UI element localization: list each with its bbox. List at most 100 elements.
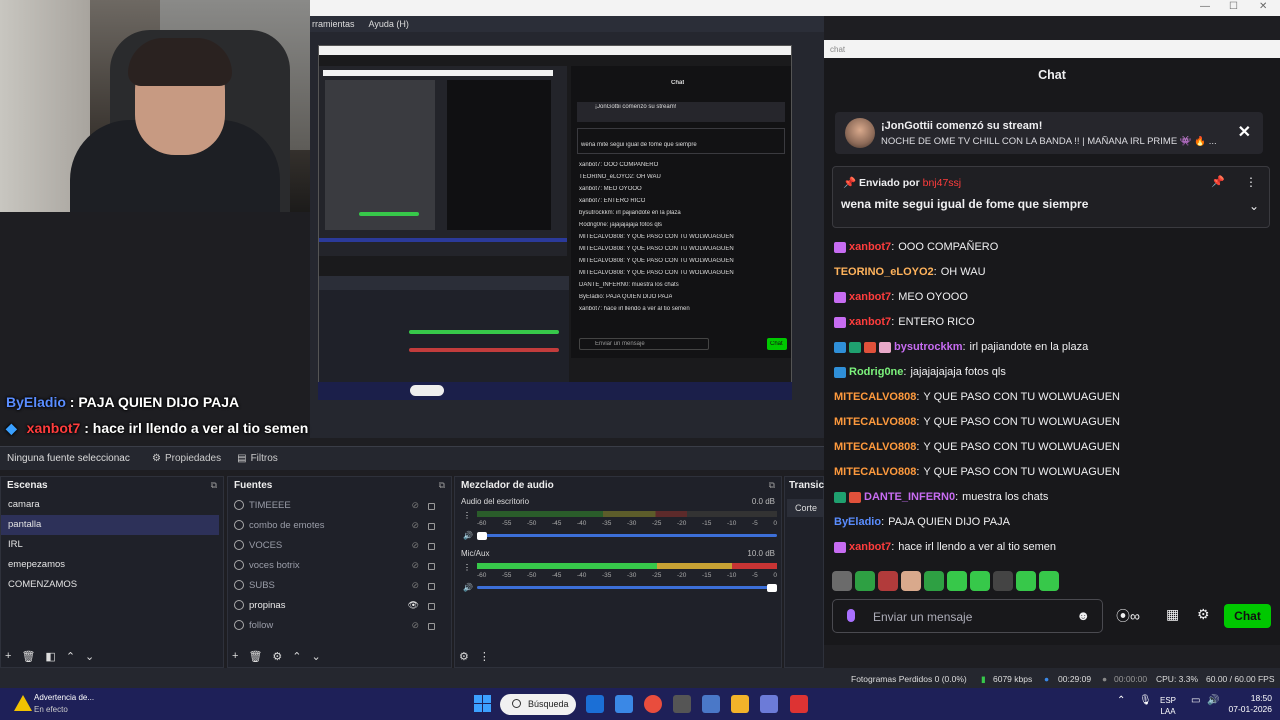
chat-username[interactable]: xanbot7 — [849, 541, 891, 553]
volume-slider[interactable] — [477, 586, 777, 589]
chevron-down-icon[interactable]: ⌄ — [312, 650, 321, 663]
properties-button[interactable]: ⚙ Propiedades — [144, 453, 229, 464]
windows-start-icon[interactable] — [474, 695, 491, 712]
volume-slider-knob[interactable] — [477, 532, 487, 540]
kebab-icon[interactable]: ⋮ — [463, 563, 471, 572]
pinned-author[interactable]: bnj47ssj — [923, 177, 962, 189]
gift-icon[interactable]: ▦ — [1166, 606, 1179, 623]
lock-icon[interactable] — [428, 523, 435, 530]
discord-icon[interactable] — [760, 695, 778, 713]
emote-icon[interactable] — [947, 571, 967, 591]
emote-icon[interactable] — [832, 571, 852, 591]
keyboard-language[interactable]: ESP LAA — [1160, 695, 1176, 717]
chat-username[interactable]: MITECALVO808 — [834, 391, 916, 403]
app-icon[interactable] — [790, 695, 808, 713]
visibility-icon[interactable]: 👁 — [408, 600, 419, 611]
source-item[interactable]: VOCES ⊘ — [228, 535, 451, 555]
emote-icon[interactable] — [924, 571, 944, 591]
scene-item[interactable]: IRL — [1, 535, 223, 555]
settings-icon[interactable]: ⚙ — [459, 650, 469, 663]
source-item[interactable]: SUBS ⊘ — [228, 575, 451, 595]
menu-item-herramientas[interactable]: rramientas — [310, 19, 357, 29]
chevron-up-icon[interactable]: ⌃ — [292, 650, 301, 663]
add-icon[interactable]: + — [232, 650, 238, 663]
chevron-up-icon[interactable]: ⌃ — [66, 650, 75, 663]
emote-icon[interactable] — [901, 571, 921, 591]
emote-icon[interactable] — [1039, 571, 1059, 591]
badge-icon[interactable] — [879, 341, 891, 353]
lock-icon[interactable] — [428, 583, 435, 590]
source-item[interactable]: follow ⊘ — [228, 615, 451, 635]
lock-icon[interactable] — [428, 503, 435, 510]
edge-icon[interactable] — [615, 695, 633, 713]
emote-icon[interactable] — [1016, 571, 1036, 591]
badge-icon[interactable] — [834, 366, 846, 378]
popout-icon[interactable]: ⧉ — [439, 480, 445, 491]
settings-icon[interactable] — [702, 695, 720, 713]
chat-username[interactable]: xanbot7 — [849, 316, 891, 328]
source-item[interactable]: TIMEEEE ⊘ — [228, 495, 451, 515]
close-icon[interactable]: ✕ — [1259, 1, 1267, 12]
badge-icon[interactable] — [834, 541, 846, 553]
chevron-down-icon[interactable]: ⌄ — [1249, 199, 1259, 213]
pin-icon[interactable]: 📌 — [1211, 175, 1225, 188]
source-item[interactable]: propinas 👁 — [228, 595, 451, 615]
chat-username[interactable]: TEORINO_eLOYO2 — [834, 266, 934, 278]
popout-icon[interactable]: ⧉ — [211, 480, 217, 491]
bits-icon[interactable]: ⦿∞ — [1116, 606, 1140, 626]
lock-icon[interactable] — [428, 603, 435, 610]
chat-username[interactable]: MITECALVO808 — [834, 416, 916, 428]
trash-icon[interactable]: 🗑 — [248, 650, 262, 663]
warning-notification[interactable]: Advertencia de... En efecto — [14, 693, 110, 717]
visibility-icon[interactable]: ⊘ — [411, 620, 419, 631]
folder-icon[interactable] — [731, 695, 749, 713]
emote-icon[interactable] — [970, 571, 990, 591]
obs-icon[interactable] — [673, 695, 691, 713]
menu-item-ayuda[interactable]: Ayuda (H) — [367, 19, 411, 29]
chat-username[interactable]: DANTE_INFERN0 — [864, 491, 955, 503]
chevron-down-icon[interactable]: ⌄ — [85, 650, 94, 663]
scene-item[interactable]: pantalla — [1, 515, 219, 535]
popout-icon[interactable]: ⧉ — [769, 480, 775, 491]
emote-picker-icon[interactable]: ☻ — [1076, 608, 1090, 623]
taskbar-clock[interactable]: 18:50 07-01-2026 — [1226, 693, 1272, 715]
network-icon[interactable]: ▭ — [1191, 695, 1200, 706]
chat-username[interactable]: xanbot7 — [849, 241, 891, 253]
chat-username[interactable]: ByEladio — [834, 516, 881, 528]
minimize-icon[interactable]: — — [1200, 1, 1210, 12]
more-options-icon[interactable]: ⋮ — [1245, 175, 1257, 189]
scene-item[interactable]: camara — [1, 495, 223, 515]
mic-icon[interactable] — [847, 609, 855, 622]
source-item[interactable]: combo de emotes ⊘ — [228, 515, 451, 535]
taskbar-search[interactable]: Búsqueda — [500, 694, 576, 715]
volume-slider[interactable] — [477, 534, 777, 537]
badge-icon[interactable] — [834, 341, 846, 353]
transition-select[interactable]: Corte — [787, 499, 823, 517]
filter-icon[interactable]: ◧ — [45, 650, 55, 663]
chat-input[interactable]: Enviar un mensaje ☻ — [832, 599, 1103, 633]
microphone-icon[interactable]: 🎙 — [1139, 695, 1152, 706]
trash-icon[interactable]: 🗑 — [21, 650, 35, 663]
visibility-icon[interactable]: ⊘ — [411, 580, 419, 591]
scene-item[interactable]: COMENZAMOS — [1, 575, 223, 595]
kebab-icon[interactable]: ⋮ — [479, 650, 490, 663]
chat-username[interactable]: xanbot7 — [849, 291, 891, 303]
badge-icon[interactable] — [834, 291, 846, 303]
kebab-icon[interactable]: ⋮ — [463, 511, 471, 520]
chevron-up-icon[interactable]: ⌃ — [1117, 695, 1125, 706]
volume-icon[interactable]: 🔊 — [1207, 695, 1219, 706]
emote-icon[interactable] — [878, 571, 898, 591]
close-icon[interactable]: ✕ — [1238, 122, 1251, 142]
lock-icon[interactable] — [428, 623, 435, 630]
file-explorer-icon[interactable] — [586, 695, 604, 713]
speaker-icon[interactable]: 🔊 — [463, 531, 473, 540]
badge-icon[interactable] — [849, 491, 861, 503]
scene-item[interactable]: emepezamos — [1, 555, 223, 575]
badge-icon[interactable] — [864, 341, 876, 353]
volume-slider-knob[interactable] — [767, 584, 777, 592]
gear-icon[interactable]: ⚙ — [1197, 606, 1210, 623]
chat-username[interactable]: MITECALVO808 — [834, 466, 916, 478]
chat-username[interactable]: Rodrig0ne — [849, 366, 903, 378]
emote-icon[interactable] — [993, 571, 1013, 591]
visibility-icon[interactable]: ⊘ — [411, 540, 419, 551]
